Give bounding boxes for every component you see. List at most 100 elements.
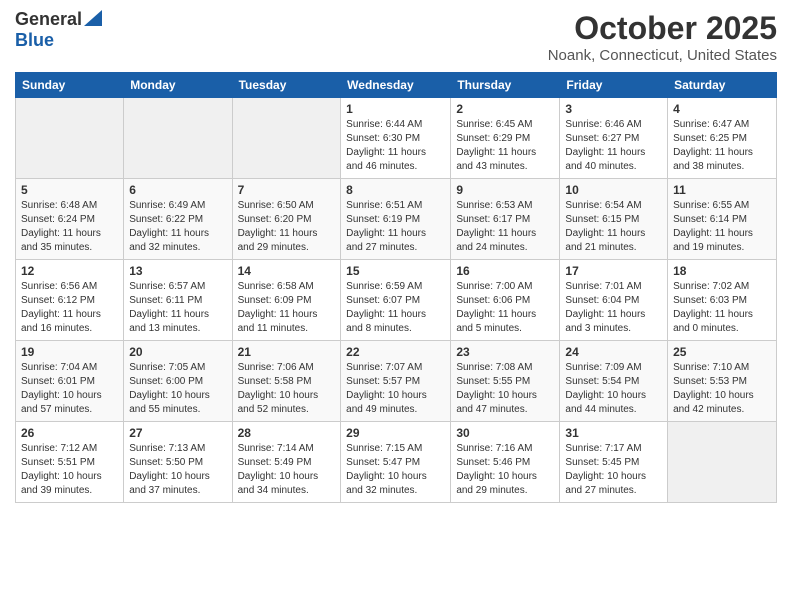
day-header-wednesday: Wednesday xyxy=(341,73,451,98)
day-info: Sunrise: 7:02 AMSunset: 6:03 PMDaylight:… xyxy=(673,280,771,336)
day-header-sunday: Sunday xyxy=(16,73,124,98)
day-number: 24 xyxy=(565,345,662,359)
day-info: Sunrise: 7:09 AMSunset: 5:54 PMDaylight:… xyxy=(565,361,662,417)
day-number: 21 xyxy=(238,345,336,359)
day-info: Sunrise: 6:51 AMSunset: 6:19 PMDaylight:… xyxy=(346,199,445,255)
day-info: Sunrise: 7:12 AMSunset: 5:51 PMDaylight:… xyxy=(21,442,118,498)
day-info: Sunrise: 7:04 AMSunset: 6:01 PMDaylight:… xyxy=(21,361,118,417)
day-number: 5 xyxy=(21,183,118,197)
calendar-cell: 3 Sunrise: 6:46 AMSunset: 6:27 PMDaylight… xyxy=(560,98,668,179)
calendar-cell xyxy=(232,98,341,179)
calendar-cell xyxy=(668,422,777,503)
calendar-week-row: 19 Sunrise: 7:04 AMSunset: 6:01 PMDayligh… xyxy=(16,341,777,422)
day-info: Sunrise: 6:46 AMSunset: 6:27 PMDaylight:… xyxy=(565,118,662,174)
calendar-cell: 27 Sunrise: 7:13 AMSunset: 5:50 PMDayligh… xyxy=(124,422,232,503)
day-number: 7 xyxy=(238,183,336,197)
calendar-table: SundayMondayTuesdayWednesdayThursdayFrid… xyxy=(15,72,777,503)
day-number: 1 xyxy=(346,102,445,116)
day-info: Sunrise: 6:58 AMSunset: 6:09 PMDaylight:… xyxy=(238,280,336,336)
calendar-cell: 4Sunrise: 6:47 AMSunset: 6:25 PMDaylight… xyxy=(668,98,777,179)
calendar-cell xyxy=(16,98,124,179)
day-info: Sunrise: 7:14 AMSunset: 5:49 PMDaylight:… xyxy=(238,442,336,498)
calendar-cell: 14 Sunrise: 6:58 AMSunset: 6:09 PMDayligh… xyxy=(232,260,341,341)
logo-icon xyxy=(84,10,102,26)
day-info: Sunrise: 6:44 AMSunset: 6:30 PMDaylight:… xyxy=(346,118,445,174)
day-number: 26 xyxy=(21,426,118,440)
day-header-saturday: Saturday xyxy=(668,73,777,98)
calendar-cell: 2 Sunrise: 6:45 AMSunset: 6:29 PMDaylight… xyxy=(451,98,560,179)
day-number: 15 xyxy=(346,264,445,278)
calendar-cell: 26 Sunrise: 7:12 AMSunset: 5:51 PMDayligh… xyxy=(16,422,124,503)
calendar-cell: 5 Sunrise: 6:48 AMSunset: 6:24 PMDaylight… xyxy=(16,179,124,260)
day-number: 25 xyxy=(673,345,771,359)
day-info: Sunrise: 7:01 AMSunset: 6:04 PMDaylight:… xyxy=(565,280,662,336)
day-header-monday: Monday xyxy=(124,73,232,98)
calendar-cell: 22Sunrise: 7:07 AMSunset: 5:57 PMDayligh… xyxy=(341,341,451,422)
calendar-week-row: 1 Sunrise: 6:44 AMSunset: 6:30 PMDaylight… xyxy=(16,98,777,179)
day-info: Sunrise: 6:45 AMSunset: 6:29 PMDaylight:… xyxy=(456,118,554,174)
location: Noank, Connecticut, United States xyxy=(548,47,777,64)
day-info: Sunrise: 7:16 AMSunset: 5:46 PMDaylight:… xyxy=(456,442,554,498)
day-info: Sunrise: 7:15 AMSunset: 5:47 PMDaylight:… xyxy=(346,442,445,498)
day-number: 19 xyxy=(21,345,118,359)
calendar-cell: 1 Sunrise: 6:44 AMSunset: 6:30 PMDaylight… xyxy=(341,98,451,179)
day-number: 20 xyxy=(129,345,226,359)
day-number: 4 xyxy=(673,102,771,116)
day-number: 3 xyxy=(565,102,662,116)
calendar-cell: 28 Sunrise: 7:14 AMSunset: 5:49 PMDayligh… xyxy=(232,422,341,503)
day-info: Sunrise: 7:08 AMSunset: 5:55 PMDaylight:… xyxy=(456,361,554,417)
day-info: Sunrise: 6:55 AMSunset: 6:14 PMDaylight:… xyxy=(673,199,771,255)
day-header-friday: Friday xyxy=(560,73,668,98)
day-number: 29 xyxy=(346,426,445,440)
day-info: Sunrise: 6:49 AMSunset: 6:22 PMDaylight:… xyxy=(129,199,226,255)
day-info: Sunrise: 7:17 AMSunset: 5:45 PMDaylight:… xyxy=(565,442,662,498)
day-info: Sunrise: 6:56 AMSunset: 6:12 PMDaylight:… xyxy=(21,280,118,336)
day-number: 6 xyxy=(129,183,226,197)
day-number: 17 xyxy=(565,264,662,278)
day-info: Sunrise: 7:10 AMSunset: 5:53 PMDaylight:… xyxy=(673,361,771,417)
day-info: Sunrise: 6:59 AMSunset: 6:07 PMDaylight:… xyxy=(346,280,445,336)
day-number: 2 xyxy=(456,102,554,116)
day-info: Sunrise: 7:00 AMSunset: 6:06 PMDaylight:… xyxy=(456,280,554,336)
calendar-cell: 29 Sunrise: 7:15 AMSunset: 5:47 PMDayligh… xyxy=(341,422,451,503)
calendar-cell: 12 Sunrise: 6:56 AMSunset: 6:12 PMDayligh… xyxy=(16,260,124,341)
day-number: 14 xyxy=(238,264,336,278)
logo-general-text: General xyxy=(15,10,82,30)
calendar-cell: 7 Sunrise: 6:50 AMSunset: 6:20 PMDaylight… xyxy=(232,179,341,260)
day-info: Sunrise: 7:05 AMSunset: 6:00 PMDaylight:… xyxy=(129,361,226,417)
day-number: 30 xyxy=(456,426,554,440)
header: General Blue October 2025 Noank, Connect… xyxy=(15,10,777,64)
calendar-week-row: 5 Sunrise: 6:48 AMSunset: 6:24 PMDaylight… xyxy=(16,179,777,260)
day-number: 18 xyxy=(673,264,771,278)
day-info: Sunrise: 6:50 AMSunset: 6:20 PMDaylight:… xyxy=(238,199,336,255)
calendar-cell: 30 Sunrise: 7:16 AMSunset: 5:46 PMDayligh… xyxy=(451,422,560,503)
calendar-cell: 9Sunrise: 6:53 AMSunset: 6:17 PMDaylight… xyxy=(451,179,560,260)
day-number: 27 xyxy=(129,426,226,440)
day-number: 13 xyxy=(129,264,226,278)
calendar-cell: 17 Sunrise: 7:01 AMSunset: 6:04 PMDayligh… xyxy=(560,260,668,341)
day-number: 28 xyxy=(238,426,336,440)
day-number: 11 xyxy=(673,183,771,197)
page-container: General Blue October 2025 Noank, Connect… xyxy=(0,0,792,518)
calendar-cell: 15 Sunrise: 6:59 AMSunset: 6:07 PMDayligh… xyxy=(341,260,451,341)
day-info: Sunrise: 7:13 AMSunset: 5:50 PMDaylight:… xyxy=(129,442,226,498)
day-info: Sunrise: 6:53 AMSunset: 6:17 PMDaylight:… xyxy=(456,199,554,255)
calendar-cell: 24 Sunrise: 7:09 AMSunset: 5:54 PMDayligh… xyxy=(560,341,668,422)
day-number: 8 xyxy=(346,183,445,197)
month-title: October 2025 xyxy=(548,10,777,47)
calendar-cell: 21Sunrise: 7:06 AMSunset: 5:58 PMDayligh… xyxy=(232,341,341,422)
calendar-cell: 10Sunrise: 6:54 AMSunset: 6:15 PMDayligh… xyxy=(560,179,668,260)
day-number: 23 xyxy=(456,345,554,359)
calendar-cell: 16Sunrise: 7:00 AMSunset: 6:06 PMDayligh… xyxy=(451,260,560,341)
calendar-cell: 18 Sunrise: 7:02 AMSunset: 6:03 PMDayligh… xyxy=(668,260,777,341)
day-number: 22 xyxy=(346,345,445,359)
calendar-week-row: 12 Sunrise: 6:56 AMSunset: 6:12 PMDayligh… xyxy=(16,260,777,341)
day-number: 31 xyxy=(565,426,662,440)
day-number: 12 xyxy=(21,264,118,278)
calendar-cell: 11 Sunrise: 6:55 AMSunset: 6:14 PMDayligh… xyxy=(668,179,777,260)
calendar-cell: 31 Sunrise: 7:17 AMSunset: 5:45 PMDayligh… xyxy=(560,422,668,503)
day-info: Sunrise: 6:54 AMSunset: 6:15 PMDaylight:… xyxy=(565,199,662,255)
calendar-cell xyxy=(124,98,232,179)
day-header-tuesday: Tuesday xyxy=(232,73,341,98)
day-info: Sunrise: 6:48 AMSunset: 6:24 PMDaylight:… xyxy=(21,199,118,255)
